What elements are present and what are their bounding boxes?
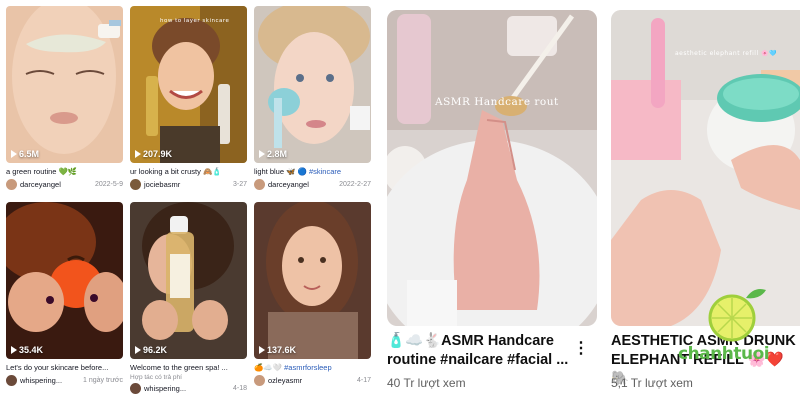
view-count: 6.5M xyxy=(11,149,39,159)
play-icon xyxy=(259,346,265,354)
play-icon xyxy=(259,150,265,158)
video-caption: light blue 🦋 🔵 #skincare xyxy=(254,167,342,176)
avatar xyxy=(254,179,265,190)
avatar xyxy=(130,179,141,190)
video-thumbnail[interactable]: ASMR Handcare rout xyxy=(387,10,597,326)
more-options-icon[interactable]: ⋮ xyxy=(573,341,589,357)
video-thumbnail[interactable]: 137.6K xyxy=(254,202,371,359)
view-count: 96.2K xyxy=(135,345,167,355)
video-thumbnail[interactable]: 96.2K xyxy=(130,202,247,359)
author[interactable]: whispering... xyxy=(6,375,62,386)
video-card[interactable]: 35.4K Let's do your skincare before... w… xyxy=(6,202,123,386)
post-date: 4-18 xyxy=(232,385,247,392)
author[interactable]: ozleyasmr xyxy=(254,375,302,386)
avatar xyxy=(130,383,141,394)
post-date: 2022-5-9 xyxy=(94,181,123,188)
video-overlay-text: how to layer skincare xyxy=(160,18,230,24)
hashtag-link[interactable]: #asmrforsleep xyxy=(284,363,332,372)
tiktok-video-grid: 6.5M a green routine 💚🌿 darceyangel 2022… xyxy=(0,0,380,400)
view-count: 137.6K xyxy=(259,345,296,355)
author[interactable]: jociebasmr xyxy=(130,179,180,190)
post-date: 2022-2-27 xyxy=(339,181,371,188)
play-icon xyxy=(11,150,17,158)
video-overlay-text: ASMR Handcare rout xyxy=(435,96,559,108)
view-count: 40 Tr lượt xem xyxy=(387,376,466,390)
avatar xyxy=(6,179,17,190)
avatar xyxy=(6,375,17,386)
video-thumbnail[interactable]: 35.4K xyxy=(6,202,123,359)
hashtag-link[interactable]: #skincare xyxy=(309,167,341,176)
video-thumbnail[interactable]: 2.8M xyxy=(254,6,371,163)
video-card[interactable]: 2.8M light blue 🦋 🔵 #skincare darceyange… xyxy=(254,6,371,190)
video-thumbnail[interactable]: 6.5M xyxy=(6,6,123,163)
video-title[interactable]: 🧴☁️🐇ASMR Handcare routine #nailcare #fac… xyxy=(387,332,568,370)
video-card[interactable]: 6.5M a green routine 💚🌿 darceyangel 2022… xyxy=(6,6,123,190)
video-caption: 🍊☁️🤍 #asmrforsleep xyxy=(254,363,332,372)
view-count: 2.8M xyxy=(259,149,287,159)
video-caption: a green routine 💚🌿 xyxy=(6,167,78,176)
author[interactable]: darceyangel xyxy=(6,179,61,190)
video-caption: ur looking a bit crusty 🙈🧴 xyxy=(130,167,222,176)
play-icon xyxy=(11,346,17,354)
play-icon xyxy=(135,346,141,354)
play-icon xyxy=(135,150,141,158)
video-card[interactable]: how to layer skincare 207.9K ur looking … xyxy=(130,6,247,190)
view-count: 5,1 Tr lượt xem xyxy=(611,376,693,390)
post-date: 4-17 xyxy=(356,377,371,384)
video-caption: Let's do your skincare before... xyxy=(6,363,109,372)
video-thumbnail[interactable]: how to layer skincare 207.9K xyxy=(130,6,247,163)
post-date: 3-27 xyxy=(232,181,247,188)
youtube-video-card[interactable]: ASMR Handcare rout 🧴☁️🐇ASMR Handcare rou… xyxy=(387,0,597,400)
video-card[interactable]: 96.2K Welcome to the green spa! ... Hợp … xyxy=(130,202,247,394)
watermark-text: chanhtuoi xyxy=(678,344,770,364)
view-count: 207.9K xyxy=(135,149,172,159)
video-thumbnail[interactable]: aesthetic elephant refill 🌸🩵 xyxy=(611,10,800,326)
avatar xyxy=(254,375,265,386)
video-card[interactable]: 137.6K 🍊☁️🤍 #asmrforsleep ozleyasmr 4-17 xyxy=(254,202,371,386)
video-caption: Welcome to the green spa! ... xyxy=(130,363,228,372)
author[interactable]: whispering... xyxy=(130,383,186,394)
view-count: 35.4K xyxy=(11,345,43,355)
author[interactable]: darceyangel xyxy=(254,179,309,190)
post-date: 1 ngày trước xyxy=(82,377,123,384)
paid-partnership-label: Hợp tác có trả phí xyxy=(130,374,182,381)
video-overlay-text: aesthetic elephant refill 🌸🩵 xyxy=(675,50,777,57)
